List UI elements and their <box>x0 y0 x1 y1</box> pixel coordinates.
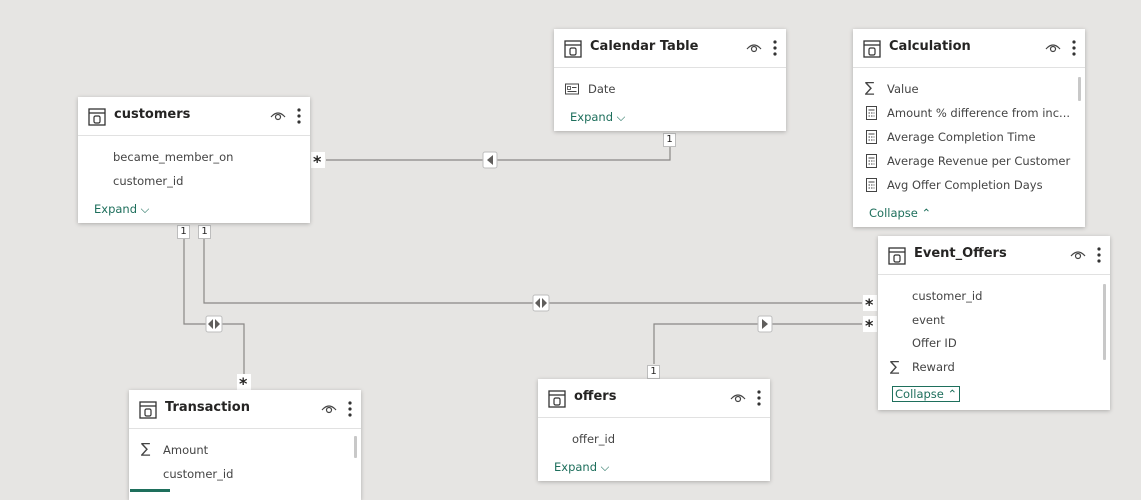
sigma-icon: ∑ <box>865 80 875 96</box>
field-date[interactable]: Date <box>588 82 616 96</box>
scrollbar[interactable] <box>1078 77 1081 101</box>
field-customer-id[interactable]: customer_id <box>163 467 233 481</box>
expand-label: Expand <box>554 460 598 474</box>
table-card-event-offers[interactable]: Event_Offers customer_id event Offer ID … <box>878 236 1110 410</box>
scrollbar[interactable] <box>1103 284 1106 360</box>
field-customer-id[interactable]: customer_id <box>113 174 183 188</box>
card-header[interactable]: Calendar Table <box>554 29 786 68</box>
eye-icon[interactable] <box>730 392 746 404</box>
expand-label: Expand <box>94 202 138 216</box>
one-marker-customers-1: 1 <box>177 225 190 239</box>
sigma-icon: ∑ <box>890 359 900 375</box>
table-title: offers <box>574 389 617 404</box>
table-card-customers[interactable]: customers became_member_on customer_id E… <box>78 97 310 223</box>
field-event[interactable]: event <box>912 313 945 327</box>
eye-icon[interactable] <box>1045 42 1061 54</box>
table-card-transaction[interactable]: Transaction ∑ Amount customer_id <box>129 390 361 500</box>
card-header[interactable]: customers <box>78 97 310 136</box>
field-became-member-on[interactable]: became_member_on <box>113 150 233 164</box>
more-options-icon[interactable] <box>296 108 302 124</box>
scrollbar[interactable] <box>354 436 357 458</box>
collapse-button[interactable]: Collapse ⌃ <box>869 206 931 220</box>
sigma-icon: ∑ <box>141 441 151 457</box>
one-marker-customers-2: 1 <box>198 225 211 239</box>
rel-line-customers-calendar <box>326 146 671 161</box>
chevron-down-icon: ⌵ <box>140 202 150 216</box>
chevron-up-icon: ⌃ <box>921 206 932 220</box>
eye-icon[interactable] <box>746 42 762 54</box>
field-measure[interactable]: Average Revenue per Customer <box>887 154 1070 168</box>
chevron-down-icon: ⌵ <box>616 110 626 124</box>
one-marker-calendar: 1 <box>663 133 676 147</box>
field-offer-id[interactable]: Offer ID <box>912 336 957 350</box>
rel-arrow-customers-calendar[interactable] <box>482 151 498 169</box>
one-marker-offers: 1 <box>647 365 660 379</box>
expand-button[interactable]: Expand ⌵ <box>94 202 149 217</box>
eye-icon[interactable] <box>270 110 286 122</box>
eye-icon[interactable] <box>1070 249 1086 261</box>
rel-arrow-customers-eventoffers[interactable] <box>532 294 550 312</box>
card-header[interactable]: Event_Offers <box>878 236 1110 275</box>
calculator-icon <box>866 154 877 168</box>
field-offer-id[interactable]: offer_id <box>572 432 615 446</box>
field-reward[interactable]: Reward <box>912 360 955 374</box>
calculator-icon <box>866 130 877 144</box>
expand-label: Expand <box>570 110 614 124</box>
table-icon <box>863 40 881 58</box>
rel-line-customers-eventoffers <box>203 238 862 304</box>
calculator-icon <box>866 106 877 120</box>
collapse-button[interactable]: Collapse ⌃ <box>892 386 961 402</box>
many-marker-eventoffers-1: * <box>865 295 874 314</box>
table-icon <box>548 390 566 408</box>
table-icon <box>888 247 906 265</box>
collapse-label: Collapse <box>895 387 944 401</box>
model-canvas[interactable]: * * * * 1 1 1 1 customers became_member_… <box>0 0 1141 500</box>
card-header[interactable]: offers <box>538 379 770 418</box>
table-icon <box>88 108 106 126</box>
more-options-icon[interactable] <box>772 40 778 56</box>
collapse-label: Collapse <box>869 206 918 220</box>
table-card-calculation[interactable]: Calculation ∑ Value Amount % difference … <box>853 29 1085 227</box>
table-title: Calendar Table <box>590 39 699 54</box>
many-marker-eventoffers-2: * <box>865 316 874 335</box>
field-measure[interactable]: Average Completion Time <box>887 130 1036 144</box>
field-measure[interactable]: Amount % difference from inc... <box>887 106 1070 120</box>
rel-line-customers-transaction <box>183 238 245 374</box>
table-card-offers[interactable]: offers offer_id Expand ⌵ <box>538 379 770 481</box>
more-options-icon[interactable] <box>1096 247 1102 263</box>
rel-arrow-customers-transaction[interactable] <box>205 315 223 333</box>
table-title: Event_Offers <box>914 246 1007 261</box>
expand-button[interactable]: Expand ⌵ <box>570 110 625 125</box>
date-field-icon <box>565 83 579 95</box>
rel-arrow-offers-eventoffers[interactable] <box>757 315 773 333</box>
chevron-up-icon: ⌃ <box>947 387 958 401</box>
table-title: Calculation <box>889 39 971 54</box>
chevron-down-icon: ⌵ <box>600 460 610 474</box>
more-options-icon[interactable] <box>1071 40 1077 56</box>
table-title: Transaction <box>165 400 250 415</box>
field-amount[interactable]: Amount <box>163 443 208 457</box>
expand-button[interactable]: Expand ⌵ <box>554 460 609 475</box>
more-options-icon[interactable] <box>347 401 353 417</box>
more-options-icon[interactable] <box>756 390 762 406</box>
calculator-icon <box>866 178 877 192</box>
field-measure[interactable]: Avg Offer Completion Days <box>887 178 1043 192</box>
card-header[interactable]: Calculation <box>853 29 1085 68</box>
table-icon <box>139 401 157 419</box>
table-icon <box>564 40 582 58</box>
eye-icon[interactable] <box>321 403 337 415</box>
card-header[interactable]: Transaction <box>129 390 361 429</box>
table-title: customers <box>114 107 191 122</box>
field-value[interactable]: Value <box>887 82 919 96</box>
table-card-calendar[interactable]: Calendar Table Date Expand ⌵ <box>554 29 786 131</box>
field-customer-id[interactable]: customer_id <box>912 289 982 303</box>
many-marker-customers: * <box>313 152 322 171</box>
